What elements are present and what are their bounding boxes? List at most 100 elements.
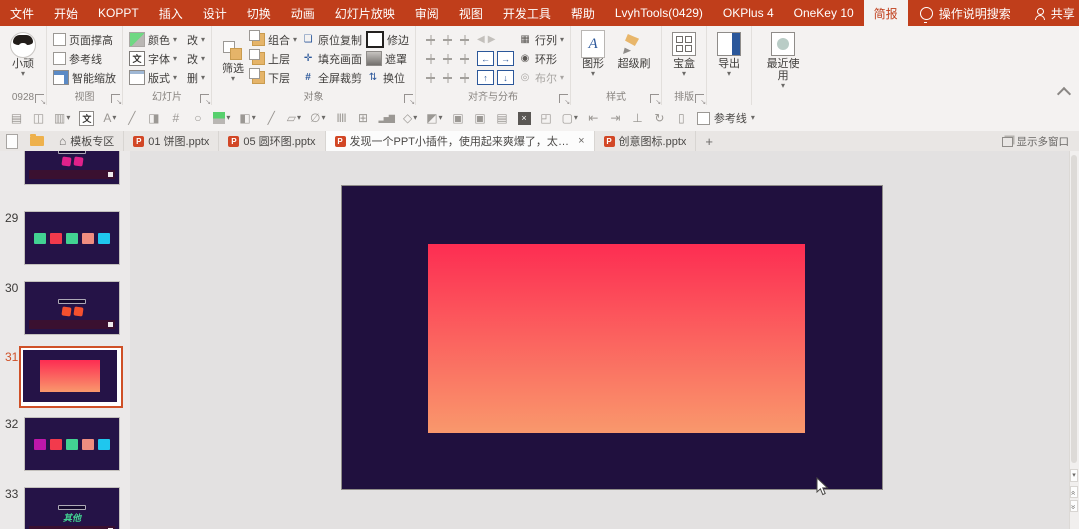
slide-thumbnail-33[interactable]: 其他 [24, 487, 120, 529]
tab-active-plugin-deck[interactable]: P 发现一个PPT小插件，使用起来爽爆了，太好用！.pptx × [326, 131, 595, 151]
guides-toggle[interactable]: 参考线 ▾ [697, 110, 755, 126]
trim-edge-button[interactable]: 修边 [366, 30, 409, 49]
open-folder-button[interactable] [24, 131, 50, 151]
oval-shape-icon[interactable]: ○ [191, 111, 204, 126]
ring-layout-button[interactable]: ◉ 环形 [518, 49, 564, 68]
chevron-down-icon[interactable]: ▾ [173, 74, 177, 82]
menu-koppt[interactable]: KOPPT [88, 0, 149, 26]
bring-up-button[interactable]: 上层 [252, 49, 297, 68]
nudge-right-icon[interactable]: → [497, 51, 514, 66]
duplicate-icon[interactable]: ▣ [474, 111, 487, 126]
menu-onekey[interactable]: OneKey 10 [784, 0, 864, 26]
slide-color-button[interactable]: 颜色 [148, 32, 170, 48]
super-brush-button[interactable]: 超级刷 [613, 30, 655, 91]
nudge-left-icon[interactable]: ← [477, 51, 494, 66]
menu-jianbao-active[interactable]: 简报 [864, 0, 908, 26]
dialog-launcher-icon[interactable] [35, 94, 44, 103]
no-fill-icon[interactable]: ∅▾ [310, 111, 325, 126]
dialog-launcher-icon[interactable] [559, 94, 568, 103]
dialog-launcher-icon[interactable] [404, 94, 413, 103]
guides-checkbox-ribbon[interactable]: 参考线 [53, 49, 116, 68]
frame-icon[interactable]: ▢▾ [562, 111, 578, 126]
menu-view[interactable]: 视图 [449, 0, 493, 26]
chart-icon[interactable]: ▂▅▇ [378, 111, 393, 126]
margins-icon[interactable]: ▯ [675, 111, 688, 126]
shapes-icon[interactable]: ◇▾ [403, 111, 417, 126]
combine-button[interactable]: 组合▾ [252, 30, 297, 49]
slide-font-button[interactable]: 字体 [148, 51, 170, 67]
text-style-icon[interactable]: A▾ [103, 111, 116, 126]
center-on-slide-icon[interactable] [458, 71, 471, 84]
paste-picture-icon[interactable]: ◨ [147, 111, 160, 126]
gradient-icon[interactable]: ◩▾ [426, 111, 442, 126]
font-box-icon[interactable]: 文 [79, 111, 94, 126]
shape-button[interactable]: A 图形 ▾ [577, 30, 609, 91]
tab-creative-icons[interactable]: P 创意图标.pptx [595, 131, 697, 151]
align-bottom-icon[interactable] [458, 52, 471, 65]
shape-outline-icon[interactable]: ▱▾ [287, 111, 301, 126]
nudge-up-icon[interactable]: ↑ [477, 70, 494, 85]
center-vertical-icon[interactable]: ⊥ [631, 111, 644, 126]
align-objects-icon[interactable]: ▤ [10, 111, 23, 126]
copy-in-place-button[interactable]: ❏ 原位复制 [301, 30, 362, 49]
menu-review[interactable]: 审阅 [405, 0, 449, 26]
dialog-launcher-icon[interactable] [111, 94, 120, 103]
smart-zoom-button[interactable]: 智能缩放 [53, 68, 116, 87]
bring-forward-icon[interactable]: ⇥ [609, 111, 622, 126]
filter-button[interactable]: 筛选 ▾ [218, 30, 248, 91]
gradient-rectangle-shape[interactable] [428, 244, 805, 433]
tab-donut-chart[interactable]: P 05 圆环图.pptx [219, 131, 325, 151]
show-multi-window-button[interactable]: 显示多窗口 [992, 131, 1079, 151]
slide-layout-button[interactable]: 版式 [148, 70, 170, 86]
flip-h-icon[interactable]: ◀ [477, 34, 485, 45]
menu-animations[interactable]: 动画 [281, 0, 325, 26]
crop-icon[interactable]: # [169, 111, 182, 126]
tab-pie-chart[interactable]: P 01 饼图.pptx [124, 131, 219, 151]
copy-format-icon[interactable]: ▣ [452, 111, 465, 126]
previous-slide-button[interactable]: « [1070, 486, 1078, 498]
chevron-down-icon[interactable]: ▾ [173, 55, 177, 63]
vertical-scrollbar[interactable]: ▾ « » [1069, 151, 1079, 529]
slide-delete-button[interactable]: 删 [187, 70, 198, 86]
dialog-launcher-icon[interactable] [695, 94, 704, 103]
menu-lvyhtools[interactable]: LvyhTools(0429) [605, 0, 713, 26]
swap-position-button[interactable]: ⇅ 换位 [366, 68, 409, 87]
new-file-button[interactable] [0, 131, 24, 151]
selected-slide-thumbnail-31[interactable] [19, 346, 123, 408]
dialog-launcher-icon[interactable] [200, 94, 209, 103]
chevron-down-icon[interactable]: ▾ [201, 74, 205, 82]
menu-help[interactable]: 帮助 [561, 0, 605, 26]
eyedropper-icon[interactable]: ╱ [265, 111, 278, 126]
menu-design[interactable]: 设计 [193, 0, 237, 26]
slide-thumbnail-32[interactable] [24, 417, 120, 471]
menu-okplus[interactable]: OKPlus 4 [713, 0, 784, 26]
dialog-launcher-icon[interactable] [650, 94, 659, 103]
boolean-button[interactable]: ◎ 布尔▾ [518, 68, 564, 87]
align-middle-icon[interactable] [441, 52, 454, 65]
mask-button[interactable]: 遮罩 [366, 49, 409, 68]
align-top-icon[interactable] [424, 52, 437, 65]
menu-developer[interactable]: 开发工具 [493, 0, 561, 26]
slide-31-editing-surface[interactable] [341, 185, 883, 490]
avatar-button[interactable]: 小顽 ▾ [6, 30, 40, 91]
menu-file[interactable]: 文件 [0, 0, 44, 26]
export-button[interactable]: 导出 ▾ [713, 30, 745, 91]
slide-canvas[interactable] [130, 151, 1070, 529]
slide-thumbnail-29[interactable] [24, 211, 120, 265]
columns-icon[interactable]: IIII [334, 111, 347, 126]
share-button[interactable]: 共享 [1023, 0, 1079, 26]
chevron-down-icon[interactable]: ▾ [201, 55, 205, 63]
slide-thumbnail-28[interactable] [24, 151, 120, 185]
tab-template-zone[interactable]: ⌂ 模板专区 [50, 131, 124, 151]
slide-font-change-button[interactable]: 改 [187, 51, 198, 67]
menu-transitions[interactable]: 切换 [237, 0, 281, 26]
pagelift-checkbox[interactable]: 页面撑高 [53, 30, 116, 49]
brush-pen-icon[interactable]: ╱ [125, 111, 138, 126]
next-slide-button[interactable]: » [1070, 500, 1078, 512]
distribute-v-icon[interactable] [441, 71, 454, 84]
slide-color-change-button[interactable]: 改 [187, 32, 198, 48]
rows-columns-button[interactable]: ▦ 行列▾ [518, 30, 564, 49]
nudge-down-icon[interactable]: ↓ [497, 70, 514, 85]
rotate-icon[interactable]: ↻ [653, 111, 666, 126]
send-backward-icon[interactable]: ⇤ [587, 111, 600, 126]
